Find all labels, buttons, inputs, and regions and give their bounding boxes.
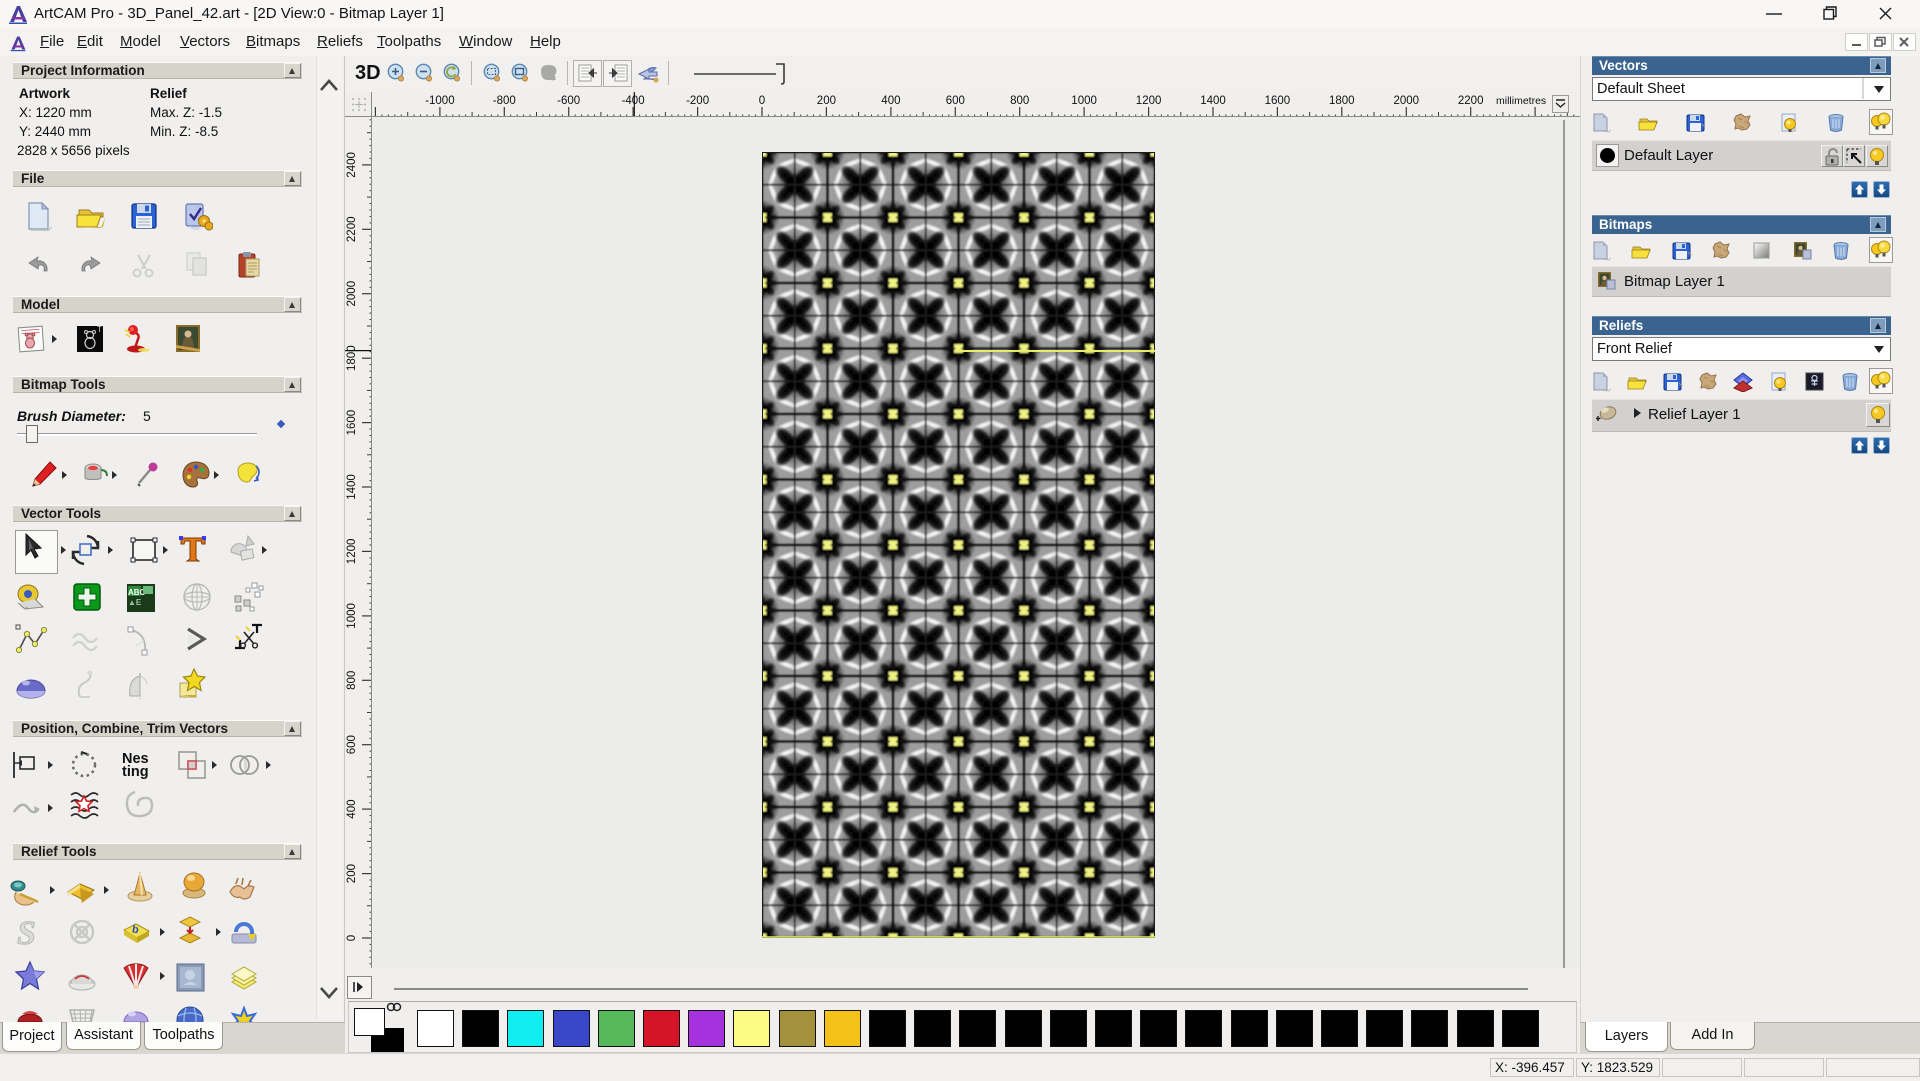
svg-text:-1000: -1000 bbox=[425, 95, 454, 107]
svg-text:800: 800 bbox=[346, 671, 358, 690]
svg-text:1400: 1400 bbox=[1200, 95, 1226, 107]
svg-text:1800: 1800 bbox=[1329, 95, 1355, 107]
svg-text:2000: 2000 bbox=[1394, 95, 1420, 107]
svg-text:400: 400 bbox=[881, 95, 900, 107]
svg-text:1200: 1200 bbox=[1136, 95, 1162, 107]
svg-text:600: 600 bbox=[346, 735, 358, 754]
svg-text:▲E: ▲E bbox=[128, 598, 142, 607]
svg-text:ABC: ABC bbox=[128, 588, 146, 597]
svg-text:S: S bbox=[17, 916, 36, 950]
svg-text:T: T bbox=[97, 325, 102, 334]
svg-text:400: 400 bbox=[346, 800, 358, 819]
svg-text:0: 0 bbox=[759, 95, 765, 107]
svg-text:-200: -200 bbox=[686, 95, 709, 107]
svg-text:1000: 1000 bbox=[346, 603, 358, 629]
svg-text:1400: 1400 bbox=[346, 474, 358, 500]
svg-text:800: 800 bbox=[1010, 95, 1029, 107]
svg-text:600: 600 bbox=[946, 95, 965, 107]
svg-text:2200: 2200 bbox=[346, 217, 358, 243]
svg-text:1600: 1600 bbox=[346, 410, 358, 436]
svg-text:2000: 2000 bbox=[346, 281, 358, 307]
svg-text:1000: 1000 bbox=[1071, 95, 1097, 107]
svg-text:0: 0 bbox=[346, 935, 358, 941]
svg-text:1600: 1600 bbox=[1265, 95, 1291, 107]
svg-text:1200: 1200 bbox=[346, 539, 358, 565]
svg-text:200: 200 bbox=[817, 95, 836, 107]
svg-text:-600: -600 bbox=[557, 95, 580, 107]
svg-text:200: 200 bbox=[346, 864, 358, 883]
svg-text:2200: 2200 bbox=[1458, 95, 1484, 107]
svg-text:2400: 2400 bbox=[346, 152, 358, 178]
svg-text:-800: -800 bbox=[493, 95, 516, 107]
svg-text:-400: -400 bbox=[622, 95, 645, 107]
svg-text:millimetres: millimetres bbox=[1496, 95, 1546, 107]
svg-text:1800: 1800 bbox=[346, 345, 358, 371]
svg-text:ting: ting bbox=[122, 764, 149, 780]
